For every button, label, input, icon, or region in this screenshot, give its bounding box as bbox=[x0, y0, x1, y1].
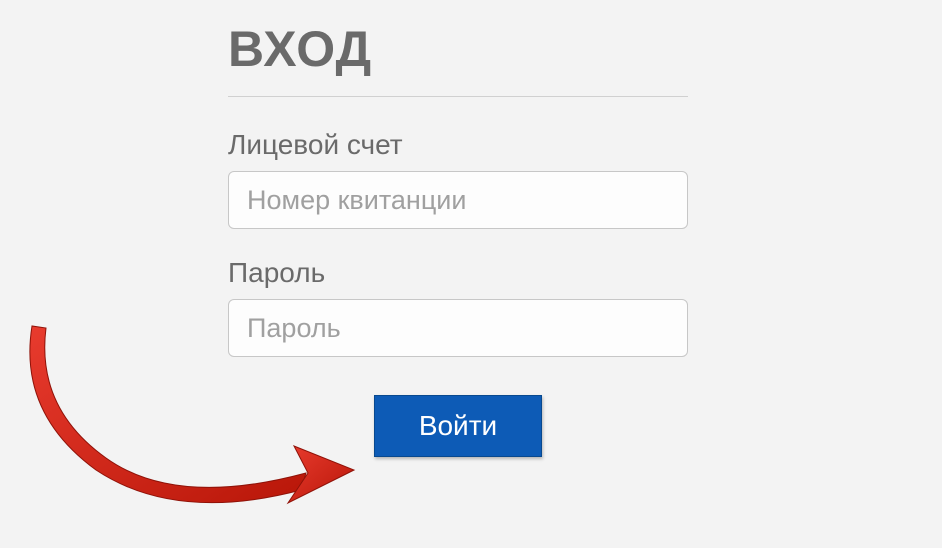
form-divider bbox=[228, 96, 688, 97]
account-label: Лицевой счет bbox=[228, 129, 688, 161]
login-form: ВХОД Лицевой счет Пароль Войти bbox=[228, 20, 688, 457]
account-input[interactable] bbox=[228, 171, 688, 229]
form-title: ВХОД bbox=[228, 20, 688, 78]
account-field-group: Лицевой счет bbox=[228, 129, 688, 229]
login-button[interactable]: Войти bbox=[374, 395, 542, 457]
password-field-group: Пароль bbox=[228, 257, 688, 357]
password-input[interactable] bbox=[228, 299, 688, 357]
button-row: Войти bbox=[228, 395, 688, 457]
password-label: Пароль bbox=[228, 257, 688, 289]
